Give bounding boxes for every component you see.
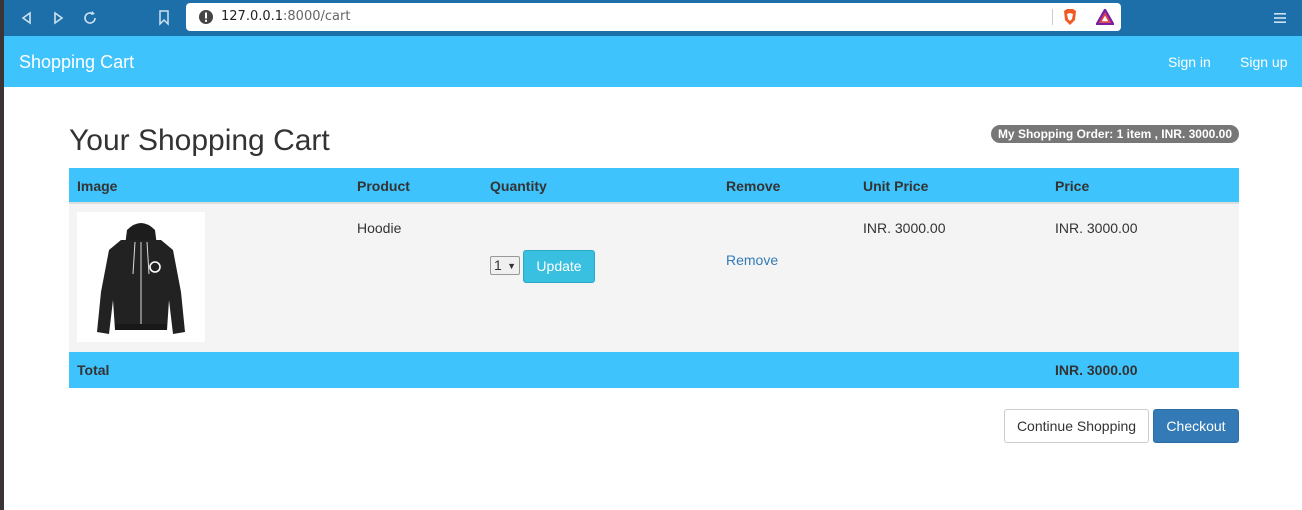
quantity-select[interactable]: 1 ▼ xyxy=(490,256,520,275)
quantity-value: 1 xyxy=(494,257,502,273)
url-path: :8000/cart xyxy=(283,9,351,24)
total-label: Total xyxy=(77,362,110,378)
brave-rewards-icon[interactable] xyxy=(1094,7,1116,28)
info-icon[interactable] xyxy=(198,9,214,28)
total-value: INR. 3000.00 xyxy=(1055,362,1138,378)
cart-table: Image Product Quantity Remove Unit Price… xyxy=(69,168,1239,388)
browser-toolbar: 127.0.0.1:8000/cart xyxy=(4,0,1302,36)
product-image xyxy=(77,212,205,342)
page-title: Your Shopping Cart xyxy=(69,124,330,157)
bookmark-icon[interactable] xyxy=(154,8,174,28)
reload-icon[interactable] xyxy=(80,8,100,28)
brave-shield-icon[interactable] xyxy=(1062,8,1078,29)
header-price: Price xyxy=(1055,178,1090,194)
forward-icon[interactable] xyxy=(48,8,68,28)
continue-shopping-button[interactable]: Continue Shopping xyxy=(1004,409,1149,443)
header-unit-price: Unit Price xyxy=(863,178,929,194)
sign-up-link[interactable]: Sign up xyxy=(1240,54,1287,70)
address-bar[interactable]: 127.0.0.1:8000/cart xyxy=(186,3,1121,31)
header-image: Image xyxy=(77,178,118,194)
update-button[interactable]: Update xyxy=(523,250,595,283)
remove-link[interactable]: Remove xyxy=(726,252,778,268)
app-navbar: Shopping Cart Sign in Sign up xyxy=(4,36,1302,87)
table-footer: Total INR. 3000.00 xyxy=(69,352,1239,388)
url-host: 127.0.0.1 xyxy=(221,9,284,24)
header-quantity: Quantity xyxy=(490,178,547,194)
sign-in-link[interactable]: Sign in xyxy=(1168,54,1211,70)
brand-link[interactable]: Shopping Cart xyxy=(19,52,134,73)
product-name: Hoodie xyxy=(357,220,402,236)
checkout-button[interactable]: Checkout xyxy=(1153,409,1239,443)
back-icon[interactable] xyxy=(17,8,37,28)
table-row: Hoodie 1 ▼ Update Remove INR. 3000.00 IN… xyxy=(69,204,1239,352)
order-summary-badge: My Shopping Order: 1 item , INR. 3000.00 xyxy=(990,125,1239,143)
table-header: Image Product Quantity Remove Unit Price… xyxy=(69,168,1239,204)
unit-price: INR. 3000.00 xyxy=(863,220,946,236)
chevron-down-icon: ▼ xyxy=(507,261,516,271)
menu-icon[interactable] xyxy=(1270,8,1290,28)
url-divider xyxy=(1052,9,1053,25)
url-text: 127.0.0.1:8000/cart xyxy=(221,9,350,24)
header-product: Product xyxy=(357,178,410,194)
line-price: INR. 3000.00 xyxy=(1055,220,1138,236)
header-remove: Remove xyxy=(726,178,781,194)
